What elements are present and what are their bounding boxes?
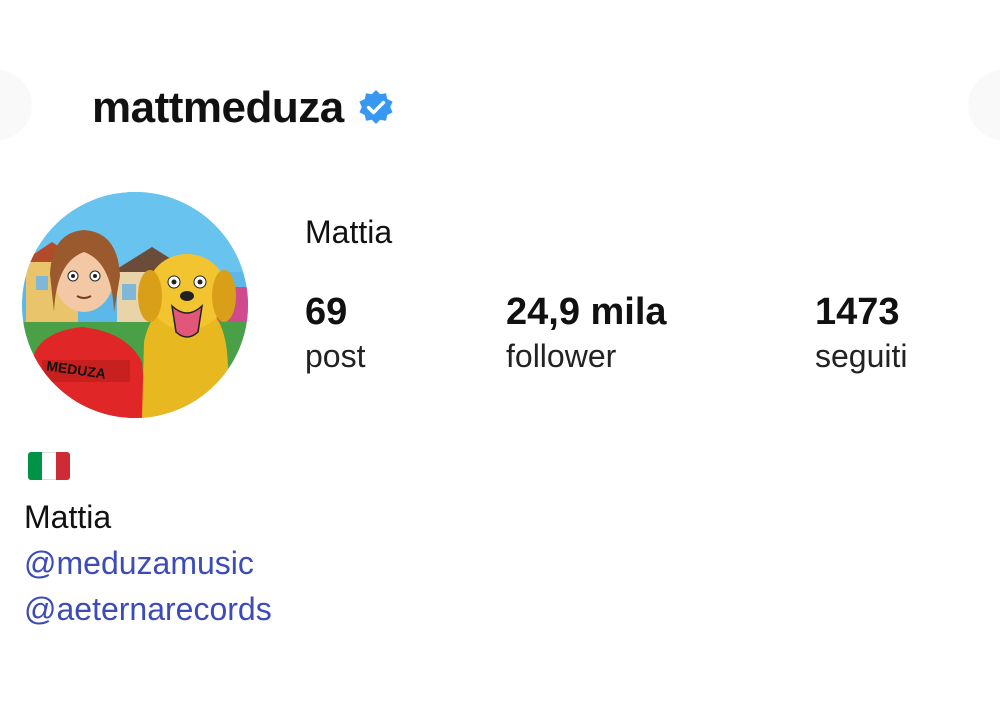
- bio-name: Mattia: [24, 499, 112, 535]
- profile-bio: Mattia @meduzamusic @aeternarecords: [24, 452, 272, 632]
- stat-posts[interactable]: 69 post: [305, 290, 365, 378]
- profile-header: mattmeduza: [92, 78, 396, 138]
- verified-badge-icon: [356, 88, 396, 128]
- stat-followers-value: 24,9 mila: [506, 291, 667, 333]
- back-button[interactable]: [0, 70, 32, 140]
- menu-button[interactable]: [968, 70, 1000, 140]
- display-name: Mattia: [305, 214, 393, 250]
- bio-link-meduzamusic[interactable]: @meduzamusic: [24, 540, 272, 586]
- stat-following[interactable]: 1473 seguiti: [815, 290, 908, 378]
- stat-posts-label: post: [305, 338, 366, 374]
- italian-flag-icon: [28, 452, 70, 480]
- profile-avatar[interactable]: MEDUZA: [22, 192, 248, 418]
- stat-following-label: seguiti: [815, 338, 908, 374]
- stat-followers[interactable]: 24,9 mila follower: [506, 290, 667, 378]
- stat-posts-value: 69: [305, 291, 348, 333]
- avatar-illustration: MEDUZA: [22, 192, 248, 418]
- username: mattmeduza: [92, 83, 344, 132]
- bio-link-aeternarecords[interactable]: @aeternarecords: [24, 586, 272, 632]
- stat-followers-label: follower: [506, 338, 617, 374]
- stat-following-value: 1473: [815, 291, 900, 333]
